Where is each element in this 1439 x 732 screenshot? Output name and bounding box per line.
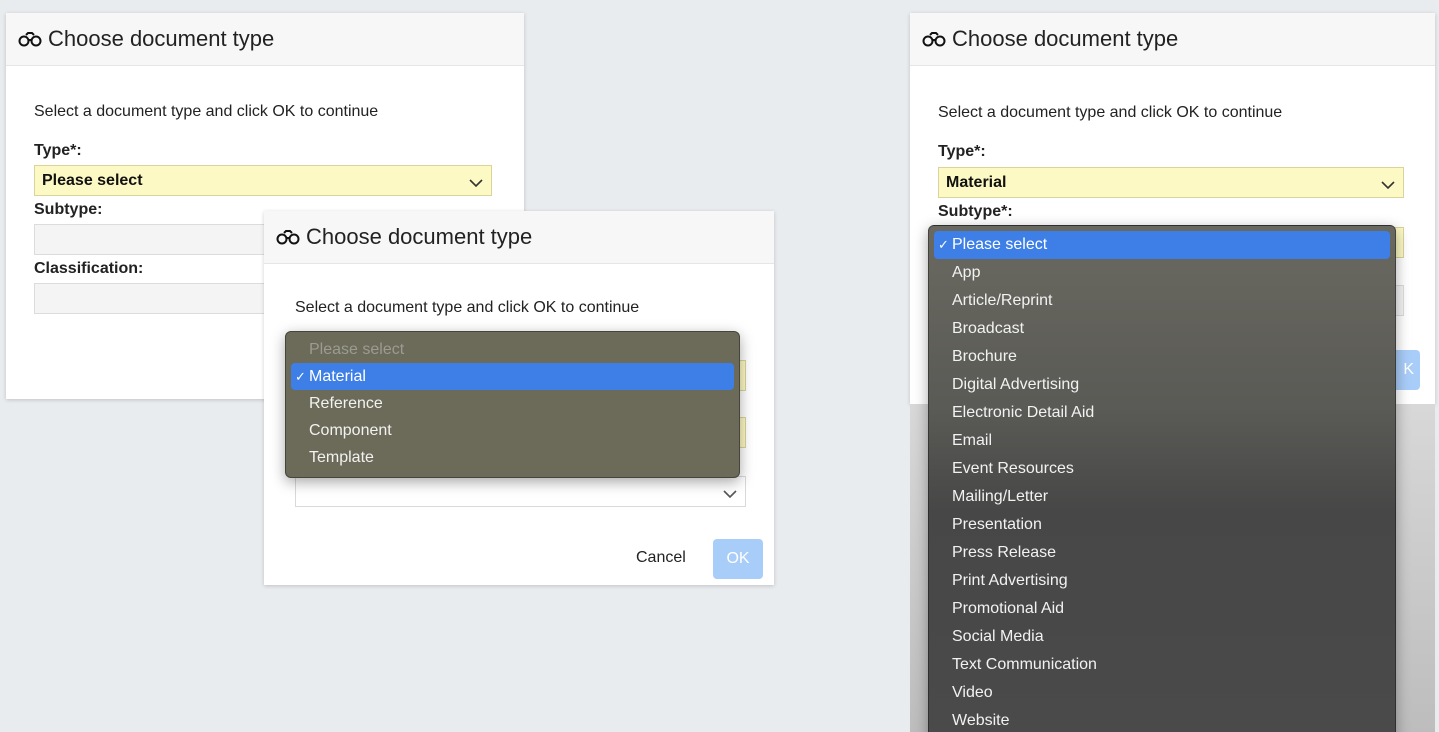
type-label: Type*: — [34, 142, 82, 159]
chevron-down-icon — [469, 175, 483, 193]
dialog-header: Choose document type — [6, 13, 524, 66]
classification-select[interactable] — [295, 476, 746, 507]
type-select-value: Please select — [42, 171, 143, 189]
dialog-header: Choose document type — [264, 211, 774, 264]
dropdown-option[interactable]: Component — [291, 417, 734, 444]
subtype-label: Subtype*: — [938, 203, 1013, 220]
dialog-instructions: Select a document type and click OK to c… — [938, 104, 1283, 121]
subtype-dropdown-list: ✓ Please select App Article/Reprint Broad… — [928, 225, 1396, 732]
dropdown-option[interactable]: Video — [934, 679, 1390, 707]
dialog-title: Choose document type — [306, 224, 533, 249]
dropdown-option[interactable]: Mailing/Letter — [934, 483, 1390, 511]
dropdown-option[interactable]: Text Communication — [934, 651, 1390, 679]
dropdown-option[interactable]: Please select — [291, 336, 734, 363]
type-dropdown-list: Please select ✓ Material Reference Compon… — [285, 331, 740, 478]
classification-label: Classification: — [34, 260, 144, 277]
chevron-down-icon — [723, 486, 737, 504]
binoculars-icon — [18, 31, 42, 47]
checkmark-icon: ✓ — [295, 369, 306, 384]
dropdown-option[interactable]: Electronic Detail Aid — [934, 399, 1390, 427]
dialog-title: Choose document type — [952, 26, 1179, 51]
dropdown-option-selected[interactable]: ✓ Please select — [934, 231, 1390, 259]
dialog-instructions: Select a document type and click OK to c… — [295, 299, 640, 316]
subtype-label: Subtype: — [34, 201, 103, 218]
dialog-instructions: Select a document type and click OK to c… — [34, 103, 379, 120]
dropdown-option[interactable]: Website — [934, 707, 1390, 732]
dropdown-option[interactable]: Email — [934, 427, 1390, 455]
dropdown-option[interactable]: Social Media — [934, 623, 1390, 651]
dropdown-option[interactable]: Brochure — [934, 343, 1390, 371]
binoculars-icon — [922, 31, 946, 47]
ok-button[interactable]: OK — [713, 539, 763, 579]
cancel-button[interactable]: Cancel — [636, 549, 686, 567]
dropdown-option[interactable]: Promotional Aid — [934, 595, 1390, 623]
dropdown-option-selected[interactable]: ✓ Material — [291, 363, 734, 390]
dropdown-option[interactable]: App — [934, 259, 1390, 287]
dropdown-option[interactable]: Digital Advertising — [934, 371, 1390, 399]
checkmark-icon: ✓ — [938, 237, 949, 252]
dropdown-option[interactable]: Presentation — [934, 511, 1390, 539]
chevron-down-icon — [1381, 177, 1395, 195]
dropdown-option[interactable]: Article/Reprint — [934, 287, 1390, 315]
type-select[interactable]: Material — [938, 167, 1404, 198]
dialog-title: Choose document type — [48, 26, 275, 51]
type-select-value: Material — [946, 173, 1007, 191]
dropdown-option[interactable]: Print Advertising — [934, 567, 1390, 595]
binoculars-icon — [276, 229, 300, 245]
dropdown-option[interactable]: Template — [291, 444, 734, 471]
dropdown-option[interactable]: Event Resources — [934, 455, 1390, 483]
dialog-header: Choose document type — [910, 13, 1435, 66]
type-label: Type*: — [938, 143, 986, 160]
dropdown-option[interactable]: Reference — [291, 390, 734, 417]
dropdown-option[interactable]: Broadcast — [934, 315, 1390, 343]
dropdown-option[interactable]: Press Release — [934, 539, 1390, 567]
type-select[interactable]: Please select — [34, 165, 492, 196]
